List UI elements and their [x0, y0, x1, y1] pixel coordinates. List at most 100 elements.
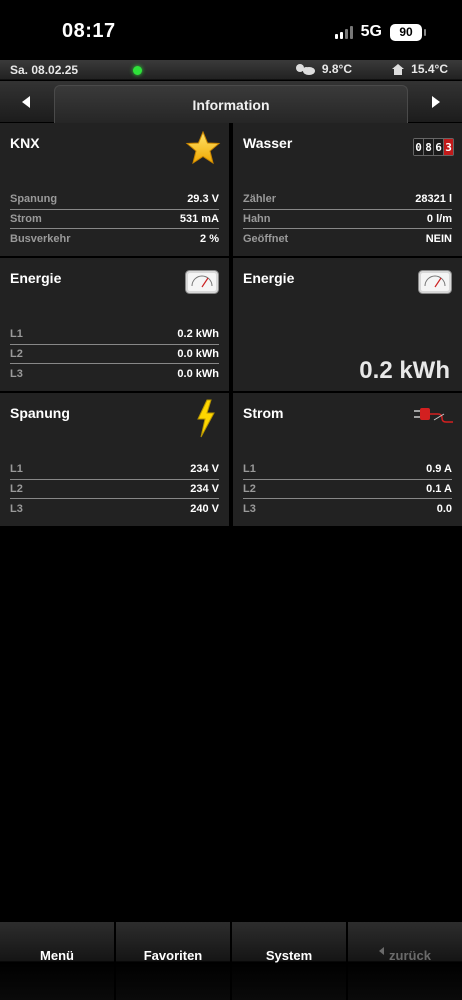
- wasser-values: Zähler 28321 l Hahn 0 l/m Geöffnet NEIN: [243, 190, 452, 249]
- row-label: L1: [10, 328, 23, 341]
- table-row: L1 0.2 kWh: [10, 325, 219, 345]
- table-row: L2 0.0 kWh: [10, 345, 219, 364]
- counter-digit: 6: [434, 139, 443, 155]
- tile-title: Energie: [243, 270, 295, 286]
- energy-total-value: 0.2 kWh: [359, 357, 450, 384]
- table-row: Geöffnet NEIN: [243, 229, 452, 249]
- outdoor-temp-value: 9.8°C: [321, 62, 352, 76]
- row-value: 234 V: [190, 463, 219, 476]
- table-row: L2 0.1 A: [243, 480, 452, 499]
- row-label: Hahn: [243, 212, 271, 225]
- page-title-tab[interactable]: Information: [54, 85, 408, 123]
- table-row: Busverkehr 2 %: [10, 229, 219, 249]
- tile-wasser[interactable]: Wasser 0 8 6 3 Zähler 28321 l Hahn 0 l/m G…: [233, 123, 462, 256]
- row-value: 0.1 A: [426, 482, 452, 495]
- row-value: 0.9 A: [426, 463, 452, 476]
- row-label: L3: [243, 502, 256, 515]
- back-label: zurück: [389, 948, 431, 963]
- row-label: Busverkehr: [10, 232, 71, 245]
- counter-digit: 0: [414, 139, 423, 155]
- tile-title: Strom: [243, 405, 284, 421]
- row-value: 0.0 kWh: [177, 347, 219, 360]
- arrow-left-icon: [22, 96, 30, 108]
- tile-title: Wasser: [243, 135, 293, 151]
- row-label: L2: [10, 482, 23, 495]
- connection-status-icon: [133, 66, 142, 75]
- indoor-temperature: 15.4°C: [391, 62, 448, 76]
- page-navigation: Information: [0, 81, 462, 123]
- tile-title: KNX: [10, 135, 40, 151]
- date-label: Sa. 08.02.25: [10, 63, 79, 77]
- star-icon: [185, 131, 221, 165]
- row-value: 240 V: [190, 502, 219, 515]
- table-row: L3 0.0 kWh: [10, 364, 219, 384]
- table-row: L2 234 V: [10, 480, 219, 499]
- bottom-tab-bar: Menü Favoriten System zurück: [0, 922, 462, 1000]
- row-label: Geöffnet: [243, 232, 289, 245]
- plug-icon: [414, 408, 453, 423]
- signal-icon: [334, 25, 353, 39]
- row-value: 531 mA: [179, 212, 219, 225]
- row-value: 2 %: [200, 232, 219, 245]
- system-button[interactable]: System: [232, 922, 348, 1000]
- row-value: 234 V: [190, 482, 219, 495]
- ios-status-bar: 08:17 5G 90: [0, 0, 462, 60]
- lightning-icon: [197, 399, 215, 438]
- tile-title: Energie: [10, 270, 62, 286]
- tile-strom[interactable]: Strom L1 0.9 A L2 0.1 A L3 0.0: [233, 393, 462, 526]
- battery-icon: 90: [390, 23, 426, 41]
- table-row: L3 0.0: [243, 499, 452, 519]
- row-value: 28321 l: [415, 193, 452, 206]
- counter-icon: 0 8 6 3: [413, 138, 454, 156]
- tile-spanung[interactable]: Spanung L1 234 V L2 234 V L3 240 V: [0, 393, 229, 526]
- tile-knx[interactable]: KNX Spanung 29.3 V Strom 531 mA Busverkehr…: [0, 123, 229, 256]
- row-value: 0.2 kWh: [177, 328, 219, 341]
- weather-icon: [295, 64, 315, 75]
- arrow-right-icon: [432, 96, 440, 108]
- menu-button[interactable]: Menü: [0, 922, 116, 1000]
- row-label: Zähler: [243, 193, 277, 206]
- previous-page-button[interactable]: [0, 81, 52, 123]
- indoor-temp-value: 15.4°C: [411, 62, 448, 76]
- next-page-button[interactable]: [410, 81, 462, 123]
- counter-digit: 8: [424, 139, 433, 155]
- row-label: Strom: [10, 212, 42, 225]
- table-row: L3 240 V: [10, 499, 219, 519]
- clock-time: 08:17: [62, 20, 116, 42]
- row-value: 0 l/m: [426, 212, 452, 225]
- row-label: L1: [243, 463, 256, 476]
- table-row: L1 234 V: [10, 460, 219, 480]
- row-label: L2: [243, 482, 256, 495]
- row-value: 0.0 kWh: [177, 367, 219, 380]
- back-button[interactable]: zurück: [348, 922, 462, 1000]
- status-indicators: 5G 90: [334, 20, 426, 44]
- knx-values: Spanung 29.3 V Strom 531 mA Busverkehr 2 %: [10, 190, 219, 249]
- row-label: L1: [10, 463, 23, 476]
- row-label: Spanung: [10, 193, 58, 206]
- strom-values: L1 0.9 A L2 0.1 A L3 0.0: [243, 460, 452, 519]
- info-bar: Sa. 08.02.25 9.8°C 15.4°C: [0, 60, 462, 80]
- spanung-values: L1 234 V L2 234 V L3 240 V: [10, 460, 219, 519]
- counter-digit: 3: [444, 139, 453, 155]
- home-icon: [392, 63, 405, 75]
- row-label: L2: [10, 347, 23, 360]
- row-label: L3: [10, 502, 23, 515]
- back-arrow-icon: [379, 947, 385, 955]
- tile-energie-total[interactable]: Energie 0.2 kWh: [233, 258, 462, 391]
- tile-energie-phases[interactable]: Energie L1 0.2 kWh L2 0.0 kWh L3 0.0 kWh: [0, 258, 229, 391]
- favorites-button[interactable]: Favoriten: [116, 922, 232, 1000]
- meter-icon: [185, 270, 219, 294]
- table-row: Strom 531 mA: [10, 210, 219, 229]
- meter-icon: [418, 270, 452, 294]
- table-row: Zähler 28321 l: [243, 190, 452, 210]
- table-row: L1 0.9 A: [243, 460, 452, 480]
- row-value: NEIN: [425, 232, 452, 245]
- row-value: 29.3 V: [187, 193, 219, 206]
- table-row: Hahn 0 l/m: [243, 210, 452, 229]
- row-label: L3: [10, 367, 23, 380]
- table-row: Spanung 29.3 V: [10, 190, 219, 210]
- outdoor-temperature: 9.8°C: [294, 62, 352, 76]
- network-type: 5G: [360, 23, 382, 40]
- energie-values: L1 0.2 kWh L2 0.0 kWh L3 0.0 kWh: [10, 325, 219, 384]
- row-value: 0.0: [436, 502, 452, 515]
